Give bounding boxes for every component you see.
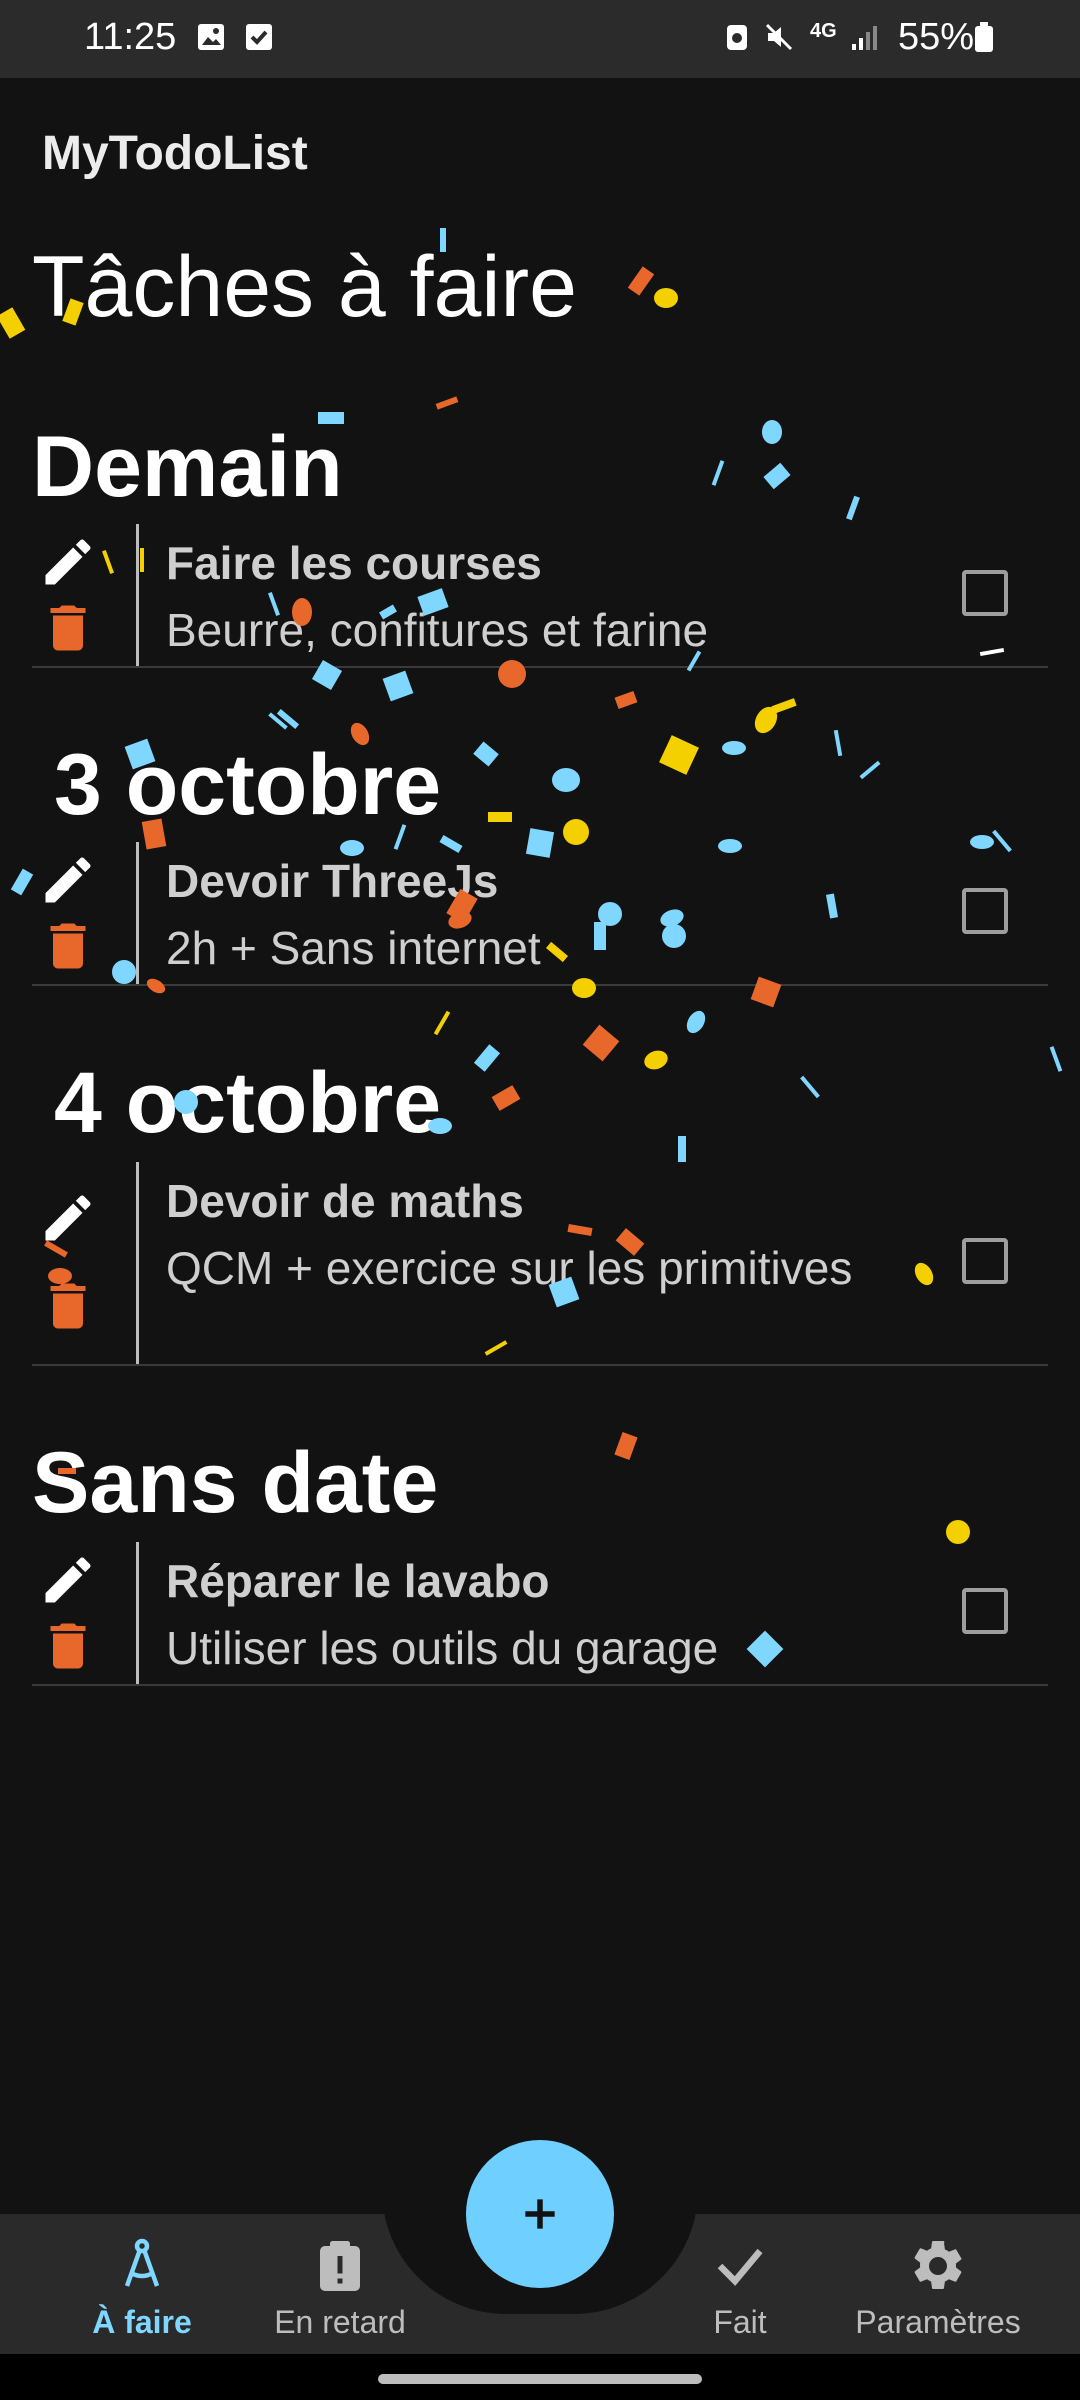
delete-icon[interactable]	[38, 598, 98, 658]
section-title: 4 octobre	[54, 1055, 442, 1151]
edit-icon[interactable]	[38, 532, 98, 592]
checkbox-icon	[246, 24, 272, 50]
delete-icon[interactable]	[38, 1616, 98, 1676]
task-checkbox[interactable]	[962, 570, 1008, 616]
battery-icon	[975, 22, 993, 52]
task-title[interactable]: Devoir de maths	[166, 1174, 524, 1228]
task-checkbox[interactable]	[962, 1238, 1008, 1284]
clipboard-alert-icon	[320, 2241, 360, 2291]
status-bar: 11:25 4G 55%	[0, 0, 1080, 78]
section-title: 3 octobre	[54, 737, 442, 833]
app-title: MyTodoList	[42, 127, 308, 180]
divider	[136, 1542, 139, 1684]
network-type: 4G	[810, 20, 837, 42]
recycle-icon	[727, 25, 747, 50]
divider	[136, 524, 139, 666]
task-description: 2h + Sans internet	[166, 922, 541, 974]
edit-icon[interactable]	[38, 1550, 98, 1610]
task-title[interactable]: Réparer le lavabo	[166, 1554, 550, 1608]
nav-label: Fait	[713, 2304, 767, 2340]
gesture-bar[interactable]	[378, 2374, 702, 2384]
task-description: Utiliser les outils du garage	[166, 1622, 719, 1674]
compass-icon	[124, 2238, 160, 2287]
nav-item-overdue[interactable]: En retard	[240, 2236, 440, 2341]
page-title: Tâches à faire	[32, 239, 577, 335]
task-description: QCM + exercice sur les primitives	[166, 1242, 853, 1294]
edit-icon[interactable]	[38, 850, 98, 910]
gear-icon	[914, 2240, 962, 2289]
task-title[interactable]: Devoir ThreeJs	[166, 854, 498, 908]
section-title: Sans date	[32, 1435, 439, 1531]
nav-item-todo[interactable]: À faire	[42, 2236, 242, 2341]
nav-label: À faire	[92, 2304, 192, 2340]
signal-icon	[852, 26, 877, 50]
task-item: Devoir ThreeJs 2h + Sans internet	[32, 842, 1048, 986]
status-time: 11:25	[84, 16, 177, 58]
task-item: Devoir de maths QCM + exercice sur les p…	[32, 1162, 1048, 1366]
nav-label: Paramètres	[855, 2304, 1021, 2340]
nav-item-settings[interactable]: Paramètres	[838, 2236, 1038, 2341]
section-title: Demain	[32, 419, 343, 515]
task-item: Faire les courses Beurre, confitures et …	[32, 524, 1048, 668]
task-checkbox[interactable]	[962, 1588, 1008, 1634]
mute-icon	[765, 23, 793, 51]
plus-icon	[525, 2199, 555, 2229]
battery-percent: 55%	[898, 16, 975, 58]
task-title[interactable]: Faire les courses	[166, 536, 542, 590]
edit-icon[interactable]	[38, 1188, 98, 1248]
task-description: Beurre, confitures et farine	[166, 604, 709, 656]
nav-label: En retard	[274, 2304, 406, 2340]
gallery-icon	[198, 24, 224, 50]
check-icon	[717, 2248, 763, 2286]
nav-item-done[interactable]: Fait	[640, 2236, 840, 2341]
task-item: Réparer le lavabo Utiliser les outils du…	[32, 1542, 1048, 1686]
task-checkbox[interactable]	[962, 888, 1008, 934]
delete-icon[interactable]	[38, 1276, 98, 1336]
divider	[136, 1162, 139, 1364]
delete-icon[interactable]	[38, 916, 98, 976]
divider	[136, 842, 139, 984]
add-task-button[interactable]	[466, 2140, 614, 2288]
